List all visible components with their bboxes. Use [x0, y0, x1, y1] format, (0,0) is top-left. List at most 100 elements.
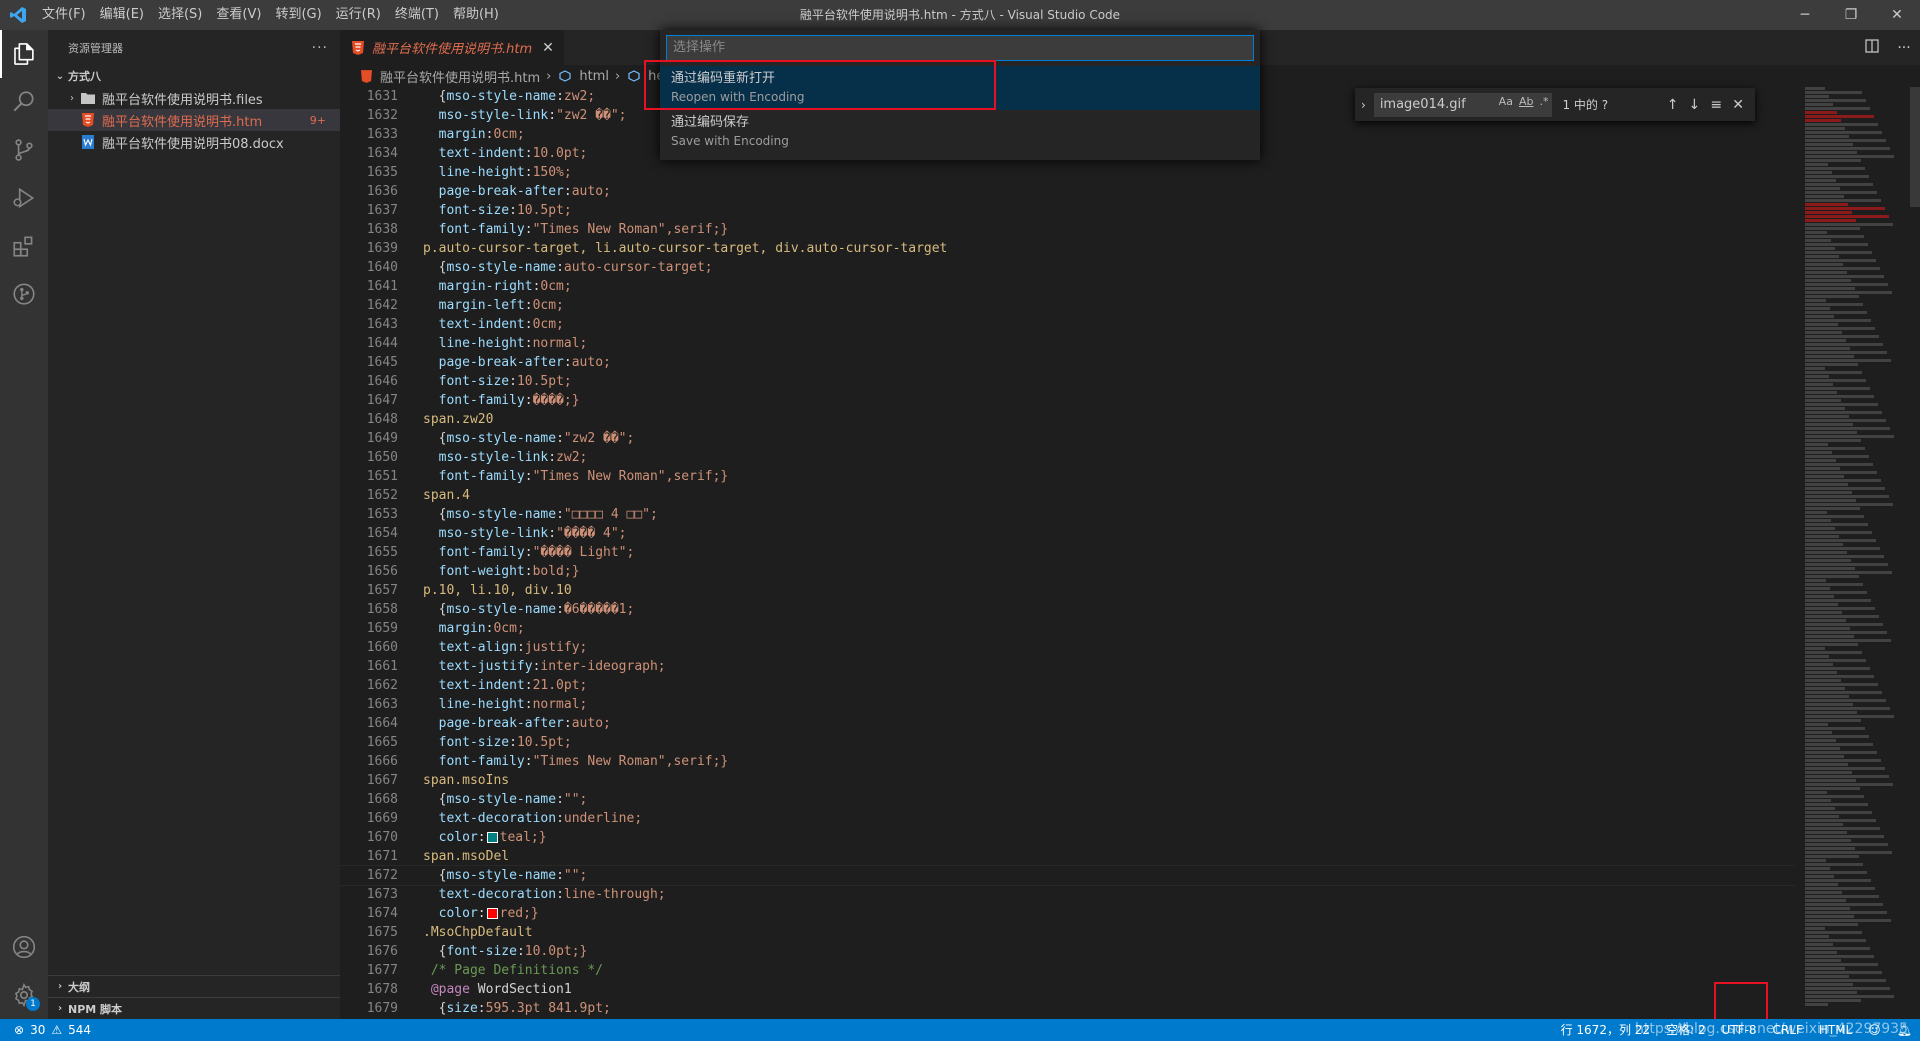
tab-htm-file[interactable]: 融平台软件使用说明书.htm ✕ [340, 30, 564, 65]
code-line[interactable]: 1651 font-family:"Times New Roman",serif… [340, 467, 1795, 486]
menu-run[interactable]: 运行(R) [329, 0, 388, 30]
minimize-button[interactable]: ─ [1782, 0, 1828, 30]
code-line[interactable]: 1639 p.auto-cursor-target, li.auto-cursor… [340, 239, 1795, 258]
code-line[interactable]: 1664 page-break-after:auto; [340, 714, 1795, 733]
regex-icon[interactable]: .* [1539, 95, 1548, 108]
outline-section[interactable]: › 大纲 [48, 975, 340, 997]
npm-scripts-section[interactable]: › NPM 脚本 [48, 997, 340, 1019]
code-line[interactable]: 1640 {mso-style-name:auto-cursor-target; [340, 258, 1795, 277]
menu-edit[interactable]: 编辑(E) [93, 0, 151, 30]
code-line[interactable]: 1663 line-height:normal; [340, 695, 1795, 714]
find-input[interactable]: image014.gif Aa Ab .* [1373, 92, 1553, 117]
tree-item-docx-file[interactable]: 融平台软件使用说明书08.docx [48, 131, 340, 153]
reopen-with-encoding-option[interactable]: 通过编码重新打开 Reopen with Encoding [660, 66, 1260, 110]
minimap-line [1805, 99, 1866, 102]
code-line[interactable]: 1645 page-break-after:auto; [340, 353, 1795, 372]
tree-item-htm-file[interactable]: 融平台软件使用说明书.htm 9+ [48, 109, 340, 131]
code-line[interactable]: 1679 {size:595.3pt 841.9pt; [340, 999, 1795, 1018]
code-line[interactable]: 1641 margin-right:0cm; [340, 277, 1795, 296]
code-line[interactable]: 1636 page-break-after:auto; [340, 182, 1795, 201]
code-line[interactable]: 1657 p.10, li.10, div.10 [340, 581, 1795, 600]
code-line[interactable]: 1677 /* Page Definitions */ [340, 961, 1795, 980]
code-line[interactable]: 1655 font-family:"���� Light"; [340, 543, 1795, 562]
code-line[interactable]: 1676 {font-size:10.0pt;} [340, 942, 1795, 961]
tab-close-icon[interactable]: ✕ [542, 40, 554, 56]
vertical-scrollbar[interactable] [1910, 87, 1920, 1019]
find-in-selection-button[interactable]: ≡ [1705, 97, 1727, 113]
maximize-button[interactable]: ❐ [1828, 0, 1874, 30]
code-line[interactable]: 1656 font-weight:bold;} [340, 562, 1795, 581]
menu-selection[interactable]: 选择(S) [151, 0, 209, 30]
minimap-line [1805, 179, 1836, 182]
more-actions-button[interactable]: ··· [312, 40, 328, 56]
code-line[interactable]: 1650 mso-style-link:zw2; [340, 448, 1795, 467]
code-line[interactable]: 1642 margin-left:0cm; [340, 296, 1795, 315]
menu-go[interactable]: 转到(G) [268, 0, 328, 30]
color-swatch[interactable] [486, 832, 498, 843]
save-with-encoding-option[interactable]: 通过编码保存 Save with Encoding [660, 110, 1260, 154]
menu-terminal[interactable]: 终端(T) [388, 0, 446, 30]
code-line[interactable]: 1672 {mso-style-name:""; [340, 865, 1795, 886]
next-match-button[interactable]: ↓ [1684, 97, 1706, 113]
workspace-root[interactable]: ⌄ 方式八 [48, 65, 340, 87]
code-line[interactable]: 1660 text-align:justify; [340, 638, 1795, 657]
match-whole-word-icon[interactable]: Ab [1519, 95, 1534, 108]
quick-pick-input[interactable]: 选择操作 [666, 35, 1254, 61]
code-line[interactable]: 1659 margin:0cm; [340, 619, 1795, 638]
tree-item-folder[interactable]: › 融平台软件使用说明书.files [48, 87, 340, 109]
settings-gear-icon[interactable]: 1 [0, 971, 48, 1019]
close-find-button[interactable]: ✕ [1727, 97, 1749, 113]
code-line[interactable]: 1643 text-indent:0cm; [340, 315, 1795, 334]
explorer-icon[interactable] [0, 30, 48, 78]
code-line[interactable]: 1649 {mso-style-name:"zw2 ��"; [340, 429, 1795, 448]
code-line[interactable]: 1671 span.msoDel [340, 847, 1795, 866]
minimap-line [1805, 291, 1892, 294]
run-debug-icon[interactable] [0, 174, 48, 222]
problems-indicator[interactable]: ⊗ 30 ⚠ 544 [0, 1023, 91, 1037]
code-line[interactable]: 1661 text-justify:inter-ideograph; [340, 657, 1795, 676]
code-line[interactable]: 1662 text-indent:21.0pt; [340, 676, 1795, 695]
code-line[interactable]: 1635 line-height:150%; [340, 163, 1795, 182]
code-line[interactable]: 1670 color: teal;} [340, 828, 1795, 847]
menu-file[interactable]: 文件(F) [35, 0, 93, 30]
code-line[interactable]: 1637 font-size:10.5pt; [340, 201, 1795, 220]
color-swatch[interactable] [486, 908, 498, 919]
breadcrumb-html[interactable]: html [579, 69, 609, 84]
code-line[interactable]: 1666 font-family:"Times New Roman",serif… [340, 752, 1795, 771]
code-line[interactable]: 1647 font-family:����;} [340, 391, 1795, 410]
code-line[interactable]: 1638 font-family:"Times New Roman",serif… [340, 220, 1795, 239]
code-line[interactable]: 1653 {mso-style-name:"□□□□ 4 □□"; [340, 505, 1795, 524]
git-graph-icon[interactable] [0, 270, 48, 318]
breadcrumb-file[interactable]: 融平台软件使用说明书.htm [380, 67, 540, 86]
extensions-icon[interactable] [0, 222, 48, 270]
code-line[interactable]: 1669 text-decoration:underline; [340, 809, 1795, 828]
code-line[interactable]: 1648 span.zw20 [340, 410, 1795, 429]
code-line[interactable]: 1674 color: red;} [340, 904, 1795, 923]
source-control-icon[interactable] [0, 126, 48, 174]
search-icon[interactable] [0, 78, 48, 126]
account-icon[interactable] [0, 923, 48, 971]
scrollbar-thumb[interactable] [1910, 87, 1920, 207]
code-line[interactable]: 1667 span.msoIns [340, 771, 1795, 790]
toggle-replace-icon[interactable]: › [1361, 98, 1366, 112]
minimap-line [1805, 695, 1849, 698]
menu-view[interactable]: 查看(V) [209, 0, 268, 30]
split-editor-icon[interactable] [1856, 38, 1888, 57]
code-line[interactable]: 1654 mso-style-link:"���� 4"; [340, 524, 1795, 543]
code-line[interactable]: 1658 {mso-style-name:�6�����1; [340, 600, 1795, 619]
menu-help[interactable]: 帮助(H) [446, 0, 506, 30]
code-line[interactable]: 1644 line-height:normal; [340, 334, 1795, 353]
more-editor-actions-icon[interactable]: ··· [1888, 40, 1920, 56]
code-line[interactable]: 1652 span.4 [340, 486, 1795, 505]
close-window-button[interactable]: ✕ [1874, 0, 1920, 30]
code-line[interactable]: 1675 .MsoChpDefault [340, 923, 1795, 942]
previous-match-button[interactable]: ↑ [1662, 97, 1684, 113]
code-line[interactable]: 1665 font-size:10.5pt; [340, 733, 1795, 752]
minimap[interactable] [1805, 87, 1910, 1019]
code-line[interactable]: 1668 {mso-style-name:""; [340, 790, 1795, 809]
code-line[interactable]: 1673 text-decoration:line-through; [340, 885, 1795, 904]
code-editor[interactable]: 1631 {mso-style-name:zw2; 1632 mso-style-… [340, 87, 1795, 1019]
match-case-icon[interactable]: Aa [1499, 95, 1513, 108]
code-line[interactable]: 1678 @page WordSection1 [340, 980, 1795, 999]
code-line[interactable]: 1646 font-size:10.5pt; [340, 372, 1795, 391]
